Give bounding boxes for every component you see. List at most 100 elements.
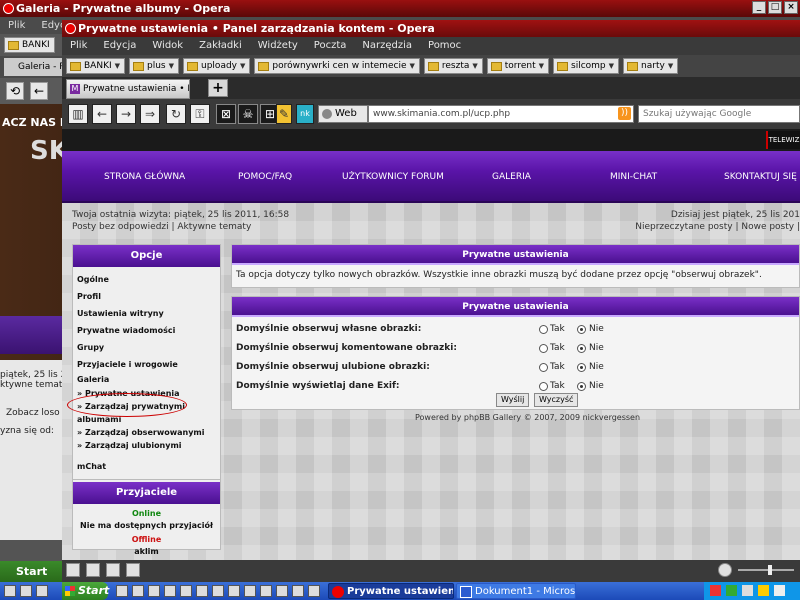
close-icon[interactable]: × — [784, 1, 798, 14]
tab-prywatne-ustawienia[interactable]: M Prywatne ustawienia • Pa... — [66, 79, 190, 99]
nav-strona-glowna[interactable]: STRONA GŁÓWNA — [104, 172, 185, 182]
radio-tak[interactable] — [539, 382, 548, 391]
quicklaunch-icon[interactable] — [276, 585, 288, 597]
task-word[interactable]: Dokument1 - Microsof... — [456, 583, 576, 599]
quicklaunch-icon[interactable] — [20, 585, 32, 597]
reload-icon[interactable]: ↻ — [166, 104, 186, 124]
bookmark-reszta[interactable]: reszta ▼ — [423, 58, 483, 74]
wand-icon[interactable]: ⚿ — [190, 104, 210, 124]
minimize-icon[interactable]: _ — [752, 1, 766, 14]
quicklaunch-icon[interactable] — [196, 585, 208, 597]
bookmark-torrent[interactable]: torrent ▼ — [486, 58, 550, 74]
zoom-slider-thumb[interactable] — [768, 565, 772, 575]
back-arrow-icon[interactable]: ← — [92, 104, 112, 124]
sidebar-item-mchat[interactable]: mChat — [73, 458, 220, 475]
panel-icon[interactable] — [66, 563, 80, 577]
maximize-icon[interactable]: □ — [768, 1, 782, 14]
radio-nie[interactable] — [577, 344, 586, 353]
bg-back-arrow-icon[interactable]: ← — [30, 82, 48, 100]
radio-tak[interactable] — [539, 325, 548, 334]
search-input[interactable]: Szukaj używając Google — [638, 105, 800, 123]
tray-icon[interactable] — [758, 585, 769, 596]
bookmark-silcomp[interactable]: silcomp ▼ — [553, 58, 620, 74]
sidebar-item-profil[interactable]: Profil — [73, 288, 220, 305]
bookmark-uploady[interactable]: uploady ▼ — [183, 58, 251, 74]
tray-icon[interactable] — [710, 585, 721, 596]
radio-nie[interactable] — [577, 363, 586, 372]
quicklaunch-icon[interactable] — [180, 585, 192, 597]
quicklaunch-icon[interactable] — [116, 585, 128, 597]
menu-pomoc[interactable]: Pomoc — [420, 37, 469, 55]
fast-forward-icon[interactable]: ⇒ — [140, 104, 160, 124]
radio-tak[interactable] — [539, 363, 548, 372]
quicklaunch-icon[interactable] — [36, 585, 48, 597]
quicklaunch-icon[interactable] — [148, 585, 160, 597]
radio-tak[interactable] — [539, 344, 548, 353]
rss-icon[interactable]: )) — [618, 107, 631, 120]
tray-icon[interactable] — [726, 585, 737, 596]
sidebar-item-galeria[interactable]: Galeria — [73, 373, 220, 387]
quick-links-right[interactable]: Nieprzeczytane posty | Nowe posty | — [635, 221, 800, 233]
menu-plik[interactable]: Plik — [62, 37, 95, 55]
bookmark-narty[interactable]: narty ▼ — [623, 58, 679, 74]
start-button[interactable]: Start — [62, 582, 109, 600]
nav-mini-chat[interactable]: MINI-CHAT — [610, 172, 657, 182]
nav-skontaktuj[interactable]: SKONTAKTUJ SIĘ — [724, 172, 797, 182]
radio-nie[interactable] — [577, 382, 586, 391]
quicklaunch-icon[interactable] — [212, 585, 224, 597]
menu-widok[interactable]: Widok — [144, 37, 191, 55]
menu-poczta[interactable]: Poczta — [306, 37, 355, 55]
sidebar-item-ustawienia-witryny[interactable]: Ustawienia witryny — [73, 305, 220, 322]
note-icon[interactable]: ✎ — [276, 104, 292, 124]
bookmark-porownywarki[interactable]: porównywrki cen w intemecie ▼ — [254, 58, 420, 74]
menu-zakladki[interactable]: Zakładki — [191, 37, 250, 55]
cloud-icon[interactable] — [86, 563, 100, 577]
sync-icon[interactable] — [106, 563, 120, 577]
bg-menu-plik[interactable]: Plik — [8, 20, 25, 31]
zoom-icon[interactable] — [718, 563, 732, 577]
search-engine-selector[interactable]: Web — [318, 105, 368, 123]
quicklaunch-icon[interactable] — [228, 585, 240, 597]
nav-pomoc-faq[interactable]: POMOC/FAQ — [238, 172, 292, 182]
quicklaunch-icon[interactable] — [4, 585, 16, 597]
quicklaunch-icon[interactable] — [260, 585, 272, 597]
bg-start-button[interactable]: Start — [0, 561, 62, 582]
reset-button[interactable]: Wyczyść — [534, 393, 579, 407]
window-icon[interactable] — [126, 563, 140, 577]
nav-galeria[interactable]: GALERIA — [492, 172, 531, 182]
tray-icon[interactable] — [742, 585, 753, 596]
tray-icon[interactable] — [774, 585, 785, 596]
new-tab-button[interactable]: + — [208, 79, 228, 97]
panel-toggle-icon[interactable]: ▥ — [68, 104, 88, 124]
address-bar[interactable]: www.skimania.com.pl/ucp.php — [368, 105, 634, 123]
bookmark-plus[interactable]: plus ▼ — [129, 58, 180, 74]
quicklaunch-icon[interactable] — [308, 585, 320, 597]
bg-tab-galeria[interactable]: Galeria - P — [4, 58, 64, 76]
sidebar-item-przyjaciele[interactable]: Przyjaciele i wrogowie — [73, 356, 220, 373]
quicklaunch-icon[interactable] — [292, 585, 304, 597]
bookmark-banki[interactable]: BANKI ▼ — [66, 58, 126, 74]
task-opera[interactable]: Prywatne ustawien... — [328, 583, 454, 599]
sidebar-sub-ulubionymi[interactable]: » Zarządzaj ulubionymi — [73, 439, 220, 452]
nav-uzytkownicy-forum[interactable]: UŻYTKOWNICY FORUM — [342, 172, 444, 182]
nk-icon[interactable]: nk — [296, 104, 314, 124]
menu-edycja[interactable]: Edycja — [95, 37, 144, 55]
bg-bookmark-banki[interactable]: BANKI — [4, 37, 55, 53]
forward-arrow-icon[interactable]: → — [116, 104, 136, 124]
offline-user[interactable]: aklim — [73, 546, 220, 558]
quicklaunch-icon[interactable] — [244, 585, 256, 597]
sidebar-item-ogolne[interactable]: Ogólne — [73, 271, 220, 288]
sidebar-sub-obserwowanymi[interactable]: » Zarządzaj obserwowanymi — [73, 426, 220, 439]
skull-icon[interactable]: ☠ — [238, 104, 258, 124]
quicklaunch-icon[interactable] — [164, 585, 176, 597]
menu-narzedzia[interactable]: Narzędzia — [354, 37, 420, 55]
fullscreen-icon[interactable]: ⊠ — [216, 104, 236, 124]
radio-nie[interactable] — [577, 325, 586, 334]
quicklaunch-icon[interactable] — [132, 585, 144, 597]
menu-widzety[interactable]: Widżety — [250, 37, 306, 55]
zoom-slider[interactable] — [738, 569, 794, 571]
quick-links-left[interactable]: Posty bez odpowiedzi | Aktywne tematy — [72, 221, 289, 233]
sidebar-item-prywatne-wiadomosci[interactable]: Prywatne wiadomości — [73, 322, 220, 339]
submit-button[interactable]: Wyślij — [496, 393, 530, 407]
sidebar-item-grupy[interactable]: Grupy — [73, 339, 220, 356]
